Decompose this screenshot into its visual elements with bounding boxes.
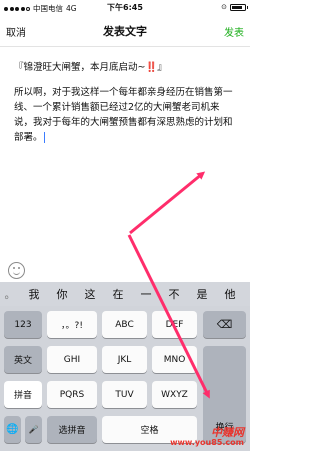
watermark-title: 中赚网	[211, 426, 244, 439]
watermark: 中赚网 www.you85.com	[170, 426, 244, 448]
arrow-to-caret	[129, 171, 206, 235]
arrow-to-return-key	[127, 234, 210, 399]
watermark-url: www.you85.com	[170, 438, 244, 447]
annotation-arrows	[127, 171, 210, 399]
